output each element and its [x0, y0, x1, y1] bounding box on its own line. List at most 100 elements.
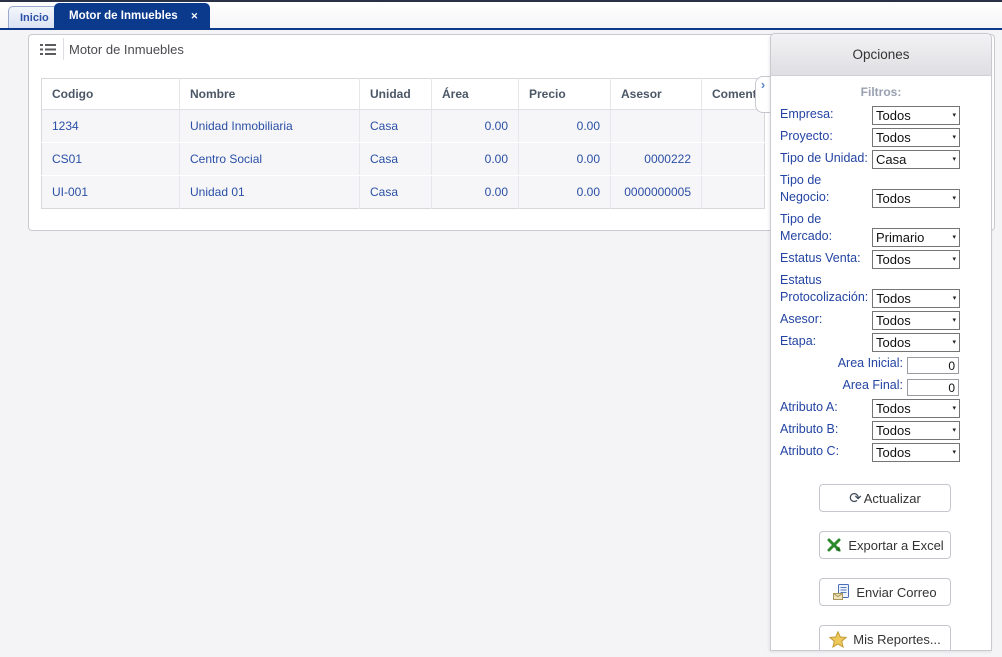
estatus-protocolizacion-label: Estatus Protocolización: — [780, 273, 869, 304]
tipo-negocio-label: Tipo de Negocio: — [780, 173, 830, 204]
column-header-unidad[interactable]: Unidad — [359, 78, 432, 110]
etapa-label: Etapa: — [780, 334, 817, 348]
asesor-label: Asesor: — [780, 312, 823, 326]
cell-comentario — [701, 142, 765, 176]
panel-collapse-tab[interactable]: › — [755, 76, 771, 113]
cell-unidad: Casa — [359, 109, 432, 143]
asesor-filter-row: Asesor: Todos ▾ — [779, 311, 991, 330]
enviar-correo-button-label: Enviar Correo — [856, 584, 937, 600]
column-header-area[interactable]: Área — [431, 78, 519, 110]
table-row[interactable]: UI-001 Unidad 01 Casa 0.00 0.00 00000000… — [41, 175, 765, 209]
close-icon[interactable]: ✕ — [191, 11, 199, 21]
cell-precio: 0.00 — [518, 175, 611, 209]
column-header-codigo[interactable]: Codigo — [41, 78, 180, 110]
filters-heading: Filtros: — [860, 85, 902, 99]
estatus-venta-filter-row: Estatus Venta: Todos ▾ — [779, 250, 991, 269]
proyecto-label: Proyecto: — [780, 129, 833, 143]
options-panel: Opciones Filtros: Empresa: Todos ▾ Proyec… — [770, 33, 992, 651]
options-panel-body: Filtros: Empresa: Todos ▾ Proyecto: Todos… — [771, 76, 991, 650]
cell-precio: 0.00 — [518, 109, 611, 143]
atributo-b-select[interactable]: Todos — [872, 421, 960, 440]
empresa-filter-row: Empresa: Todos ▾ — [779, 106, 991, 125]
atributo-b-filter-row: Atributo B: Todos ▾ — [779, 421, 991, 440]
tab-inicio[interactable]: Inicio — [8, 6, 61, 28]
grid-header-row: Codigo Nombre Unidad Área Precio Asesor … — [41, 78, 765, 110]
cell-comentario — [701, 109, 765, 143]
cell-unidad: Casa — [359, 142, 432, 176]
proyecto-filter-row: Proyecto: Todos ▾ — [779, 128, 991, 147]
actualizar-button[interactable]: ⟳ Actualizar — [819, 484, 951, 512]
atributo-c-filter-row: Atributo C: Todos ▾ — [779, 443, 991, 462]
cell-nombre: Unidad 01 — [179, 175, 360, 209]
enviar-correo-button[interactable]: Enviar Correo — [819, 578, 951, 606]
cell-nombre: Centro Social — [179, 142, 360, 176]
area-final-label: Area Final: — [842, 378, 903, 392]
atributo-a-label: Atributo A: — [780, 400, 838, 414]
chevron-right-icon: › — [760, 77, 766, 92]
cell-area: 0.00 — [431, 109, 519, 143]
column-header-precio[interactable]: Precio — [518, 78, 611, 110]
table-row[interactable]: 1234 Unidad Inmobiliaria Casa 0.00 0.00 — [41, 109, 765, 143]
options-panel-header: Opciones — [771, 34, 991, 76]
cell-precio: 0.00 — [518, 142, 611, 176]
tipo-negocio-select[interactable]: Todos — [872, 189, 960, 208]
area-final-row: Area Final: — [779, 377, 991, 396]
area-final-input[interactable] — [907, 379, 959, 396]
tab-motor-label: Motor de Inmuebles — [69, 10, 178, 22]
empresa-label: Empresa: — [780, 107, 834, 121]
mis-reportes-button[interactable]: Mis Reportes... — [819, 625, 951, 650]
refresh-icon: ⟳ — [849, 489, 862, 507]
panel-buttons: ⟳ Actualizar Exportar a Excel Enviar Cor… — [779, 484, 991, 650]
cell-asesor — [610, 109, 702, 143]
cell-area: 0.00 — [431, 175, 519, 209]
table-row[interactable]: CS01 Centro Social Casa 0.00 0.00 000022… — [41, 142, 765, 176]
page-title: Motor de Inmuebles — [69, 42, 184, 57]
exportar-excel-button-label: Exportar a Excel — [848, 537, 944, 553]
tipo-mercado-filter-row: Tipo de Mercado: Primario ▾ — [779, 211, 991, 247]
etapa-select[interactable]: Todos — [872, 333, 960, 352]
mis-reportes-button-label: Mis Reportes... — [853, 631, 941, 647]
area-inicial-input[interactable] — [907, 357, 959, 374]
toolbar-separator — [63, 38, 64, 60]
tipo-unidad-filter-row: Tipo de Unidad: Casa ▾ — [779, 150, 991, 169]
tipo-mercado-select[interactable]: Primario — [872, 228, 960, 247]
cell-codigo: CS01 — [41, 142, 180, 176]
cell-unidad: Casa — [359, 175, 432, 209]
empresa-select[interactable]: Todos — [872, 106, 960, 125]
tipo-negocio-filter-row: Tipo de Negocio: Todos ▾ — [779, 172, 991, 208]
atributo-c-label: Atributo C: — [780, 444, 840, 458]
atributo-a-select[interactable]: Todos — [872, 399, 960, 418]
cell-asesor: 0000222 — [610, 142, 702, 176]
estatus-protocolizacion-filter-row: Estatus Protocolización: Todos ▾ — [779, 272, 991, 308]
mail-icon — [833, 584, 850, 600]
exportar-excel-button[interactable]: Exportar a Excel — [819, 531, 951, 559]
area-inicial-label: Area Inicial: — [837, 356, 903, 370]
tipo-unidad-label: Tipo de Unidad: — [780, 151, 868, 165]
tab-inicio-label: Inicio — [20, 11, 49, 24]
atributo-c-select[interactable]: Todos — [872, 443, 960, 462]
inmuebles-grid: Codigo Nombre Unidad Área Precio Asesor … — [41, 78, 765, 209]
excel-icon — [826, 537, 842, 553]
estatus-venta-select[interactable]: Todos — [872, 250, 960, 269]
tipo-unidad-select[interactable]: Casa — [872, 150, 960, 169]
star-icon — [829, 630, 848, 648]
tipo-mercado-label: Tipo de Mercado: — [780, 212, 833, 243]
tab-motor-de-inmuebles[interactable]: Motor de Inmuebles ✕ — [54, 3, 211, 28]
active-tab-underline — [0, 28, 1002, 30]
cell-codigo: 1234 — [41, 109, 180, 143]
column-header-nombre[interactable]: Nombre — [179, 78, 360, 110]
cell-codigo: UI-001 — [41, 175, 180, 209]
atributo-a-filter-row: Atributo A: Todos ▾ — [779, 399, 991, 418]
cell-comentario — [701, 175, 765, 209]
column-header-asesor[interactable]: Asesor — [610, 78, 702, 110]
cell-nombre: Unidad Inmobiliaria — [179, 109, 360, 143]
cell-area: 0.00 — [431, 142, 519, 176]
atributo-b-label: Atributo B: — [780, 422, 839, 436]
estatus-protocolizacion-select[interactable]: Todos — [872, 289, 961, 308]
list-icon[interactable] — [38, 41, 58, 57]
etapa-filter-row: Etapa: Todos ▾ — [779, 333, 991, 352]
options-panel-title: Opciones — [852, 47, 910, 62]
proyecto-select[interactable]: Todos — [872, 128, 960, 147]
actualizar-button-label: Actualizar — [863, 490, 921, 506]
asesor-select[interactable]: Todos — [872, 311, 960, 330]
